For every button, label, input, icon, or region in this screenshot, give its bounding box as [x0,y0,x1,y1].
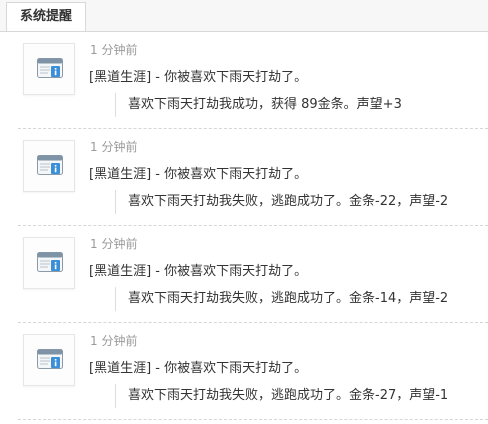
notification-item: 1 分钟前 [黑道生涯] - 你被喜欢下雨天打劫了。 喜欢下雨天打劫我成功，获得… [0,32,488,129]
system-notice-icon [37,58,63,78]
notification-title: [黑道生涯] - 你被喜欢下雨天打劫了。 [89,264,308,279]
notification-item: 1 分钟前 [黑道生涯] - 你被喜欢下雨天打劫了。 喜欢下雨天打劫我失败，逃跑… [0,323,488,420]
app-icon-tile[interactable] [23,43,75,95]
notification-detail: 喜欢下雨天打劫我失败，逃跑成功了。金条-22，声望-2 [115,190,448,214]
system-notice-icon [37,155,63,175]
tab-system-notices[interactable]: 系统提醒 [6,2,86,32]
notification-detail: 喜欢下雨天打劫我失败，逃跑成功了。金条-14，声望-2 [115,287,448,311]
notification-title: [黑道生涯] - 你被喜欢下雨天打劫了。 [89,70,308,85]
system-notice-icon [37,349,63,369]
app-icon-tile[interactable] [23,140,75,192]
notification-item: 1 分钟前 [黑道生涯] - 你被喜欢下雨天打劫了。 喜欢下雨天打劫我失败，逃跑… [0,129,488,226]
notification-time: 1 分钟前 [90,334,138,348]
app-icon-tile[interactable] [23,237,75,289]
notification-detail: 喜欢下雨天打劫我成功，获得 89金条。声望+3 [115,93,402,117]
notification-time: 1 分钟前 [90,43,138,57]
system-notice-icon [37,252,63,272]
notification-detail: 喜欢下雨天打劫我失败，逃跑成功了。金条-27，声望-1 [115,384,448,408]
app-icon-tile[interactable] [23,334,75,386]
notification-time: 1 分钟前 [90,237,138,251]
item-divider [18,419,488,420]
notification-title: [黑道生涯] - 你被喜欢下雨天打劫了。 [89,167,308,182]
notification-time: 1 分钟前 [90,140,138,154]
notification-feed: 1 分钟前 [黑道生涯] - 你被喜欢下雨天打劫了。 喜欢下雨天打劫我成功，获得… [0,32,488,424]
notification-title: [黑道生涯] - 你被喜欢下雨天打劫了。 [89,361,308,376]
tab-bar: 系统提醒 [0,0,488,32]
notification-item: 1 分钟前 [黑道生涯] - 你被喜欢下雨天打劫了。 喜欢下雨天打劫我失败，逃跑… [0,226,488,323]
